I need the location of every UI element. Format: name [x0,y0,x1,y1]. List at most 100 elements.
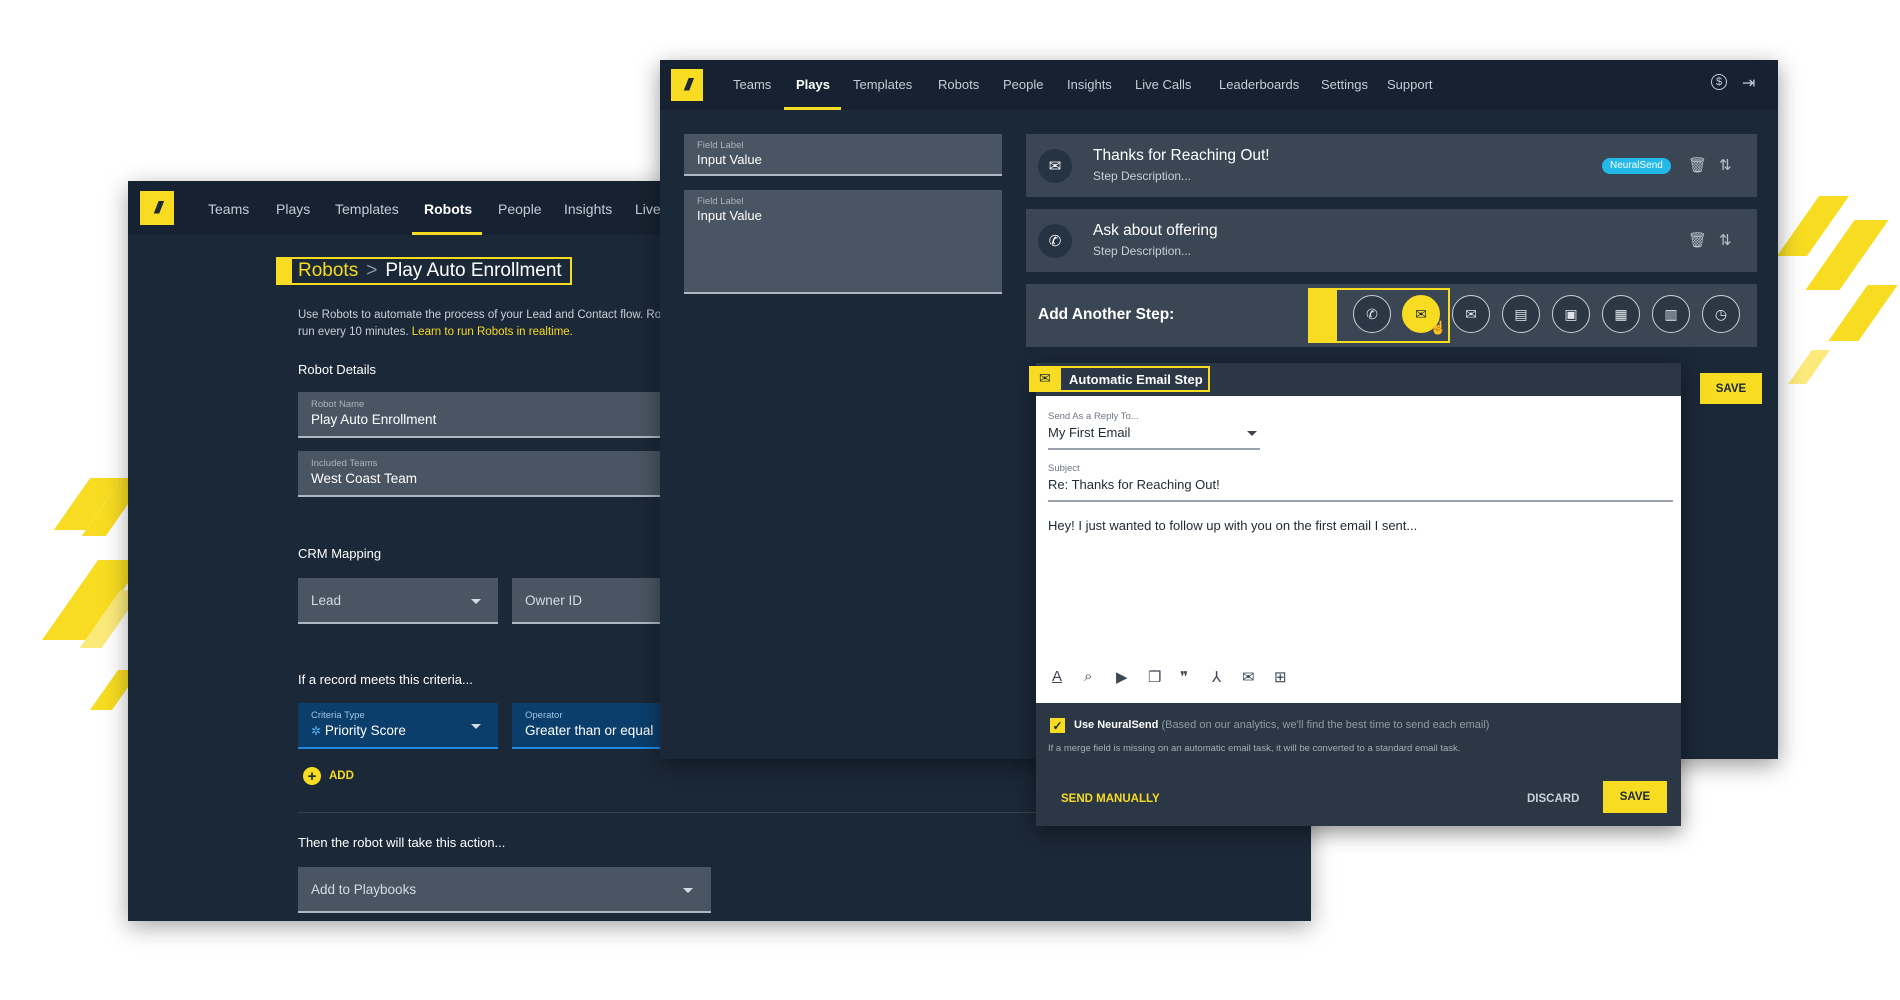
crm-object-select[interactable]: Lead [298,578,498,624]
nav-robots[interactable]: Robots [938,77,979,92]
note-icon[interactable]: ▥ [1652,295,1690,333]
crm-mapping-heading: CRM Mapping [298,546,382,561]
neuralsend-hint: (Based on our analytics, we'll find the … [1161,719,1490,731]
chevron-down-icon [471,599,481,604]
nav-insights[interactable]: Insights [1067,77,1112,92]
included-teams-field[interactable]: Included Teams West Coast Team [298,451,668,497]
breadcrumb-parent[interactable]: Robots [298,260,358,281]
auto-email-icon[interactable]: ✉ [1452,295,1490,333]
action-heading: Then the robot will take this action... [298,835,506,850]
field-label-input-1[interactable]: Field Label Input Value [684,134,1002,176]
video-icon[interactable]: ▶ [1116,668,1128,686]
operator-value: Greater than or equal [525,723,654,738]
trash-icon[interactable]: 🗑 [1688,231,1707,249]
brain-icon: ✲ [311,724,322,738]
subject-input[interactable]: Re: Thanks for Reaching Out! [1048,477,1220,492]
send-manually-button[interactable]: SEND MANUALLY [1061,793,1160,805]
logout-icon[interactable]: ⇥ [1742,73,1755,93]
nav-leaderboards[interactable]: Leaderboards [1219,77,1299,92]
chevron-down-icon [471,724,481,729]
nav-people[interactable]: People [1003,77,1043,92]
reorder-icon[interactable]: ⇅ [1719,231,1732,249]
phone-icon[interactable]: ✆ [1353,295,1391,333]
subject-label: Subject [1048,463,1080,474]
template-icon[interactable]: ❐ [1148,668,1161,686]
robot-name-field[interactable]: Robot Name Play Auto Enrollment [298,392,668,438]
discard-button[interactable]: DISCARD [1527,793,1579,805]
nav-templates[interactable]: Templates [853,77,912,92]
reply-to-label: Send As a Reply To... [1048,411,1139,422]
nav-plays[interactable]: Plays [276,201,310,217]
nav-people[interactable]: People [498,201,542,217]
email-panel-footer: ✓ Use NeuralSend (Based on our analytics… [1036,703,1681,826]
billing-icon[interactable]: $ [1711,74,1727,90]
nav-settings[interactable]: Settings [1321,77,1368,92]
save-button[interactable]: SAVE [1603,781,1667,813]
robot-name-value: Play Auto Enrollment [311,412,437,427]
add-criteria-label: ADD [329,770,354,782]
field-value-1: Input Value [697,152,762,167]
divider [1048,448,1260,450]
neuralsend-checkbox[interactable]: ✓ [1050,718,1065,733]
save-button[interactable]: SAVE [1700,373,1762,404]
nav-templates[interactable]: Templates [335,201,399,217]
logo-icon[interactable]: /// [140,191,174,225]
email-body-editor[interactable]: Hey! I just wanted to follow up with you… [1048,518,1417,533]
breadcrumb-separator: > [366,260,378,281]
add-criteria-button[interactable]: + ADD [303,767,354,785]
linkedin-icon[interactable]: ▦ [1602,295,1640,333]
field-label-input-2[interactable]: Field Label Input Value [684,190,1002,294]
merge-icon[interactable]: ⅄ [1212,668,1221,686]
criteria-type-value: Priority Score [324,723,406,738]
learn-realtime-link[interactable]: Learn to run Robots in realtime. [412,326,573,338]
email-icon[interactable]: ✉ [1242,668,1255,686]
insert-image-icon[interactable]: ⊞ [1274,668,1287,686]
text-color-icon[interactable]: A [1052,668,1062,685]
neuralsend-label: Use NeuralSend [1074,719,1159,731]
action-select[interactable]: Add to Playbooks [298,867,711,913]
criteria-type-label: Criteria Type [311,710,365,721]
nav-teams[interactable]: Teams [733,77,771,92]
nav-plays[interactable]: Plays [796,77,830,92]
breadcrumb-flag [278,259,292,283]
email-panel-title: Automatic Email Step [1069,371,1203,387]
sms-icon[interactable]: ▤ [1502,295,1540,333]
task-icon[interactable]: ▣ [1552,295,1590,333]
field-label-1: Field Label [697,140,744,151]
owner-id-placeholder: Owner ID [525,593,583,608]
robot-name-label: Robot Name [311,399,365,410]
step-card[interactable]: ✉ Thanks for Reaching Out! Step Descript… [1026,134,1757,197]
criteria-heading: If a record meets this criteria... [298,672,473,687]
field-value-2: Input Value [697,208,762,223]
email-panel-title-box: ✉ Automatic Email Step [1029,366,1210,392]
plus-icon: + [303,767,321,785]
attachment-icon[interactable]: ⌕ [1084,668,1092,685]
nav-live-calls[interactable]: Live Calls [1135,77,1191,92]
cursor-icon: ☝ [1430,320,1447,335]
email-icon: ✉ [1038,149,1072,183]
nav-insights[interactable]: Insights [564,201,612,217]
divider [1048,500,1673,502]
reorder-icon[interactable]: ⇅ [1719,156,1732,174]
operator-select[interactable]: Operator Greater than or equal [512,703,672,749]
logo-icon[interactable]: /// [671,69,703,101]
phone-icon: ✆ [1038,224,1072,258]
nav-live[interactable]: Live [635,201,661,217]
nav-support[interactable]: Support [1387,77,1433,92]
step-description: Step Description... [1093,169,1192,183]
criteria-type-select[interactable]: Criteria Type ✲ Priority Score [298,703,498,749]
nav-teams[interactable]: Teams [208,201,249,217]
step-card[interactable]: ✆ Ask about offering Step Description...… [1026,209,1757,272]
quote-icon[interactable]: ❞ [1180,668,1188,686]
reply-to-select[interactable]: My First Email [1048,425,1130,440]
owner-id-field[interactable]: Owner ID [512,578,672,624]
nav-active-indicator [784,107,841,110]
included-teams-value: West Coast Team [311,471,418,486]
chevron-down-icon[interactable] [1247,431,1257,436]
neuralsend-badge: NeuralSend [1602,158,1671,174]
trash-icon[interactable]: 🗑 [1688,156,1707,174]
add-step-label: Add Another Step: [1038,306,1175,323]
step-description: Step Description... [1093,244,1192,258]
nav-robots[interactable]: Robots [424,201,472,217]
wait-icon[interactable]: ◷ [1702,295,1740,333]
